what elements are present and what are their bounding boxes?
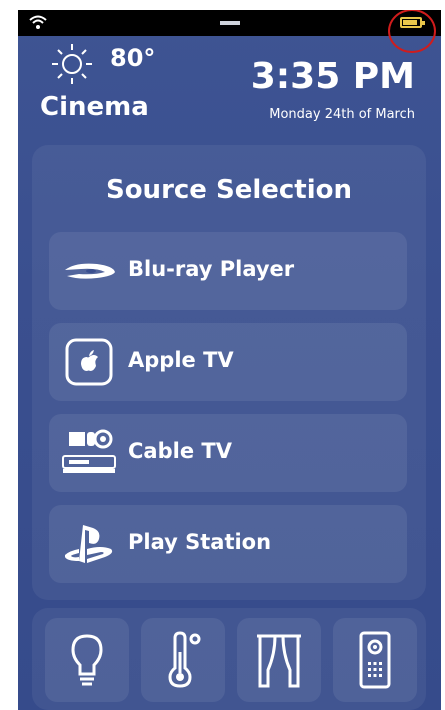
clock-time: 3:35 PM — [250, 56, 415, 97]
dock-button-lights[interactable] — [45, 618, 129, 702]
device-screen: 80° Cinema 3:35 PM Monday 24th of March … — [18, 10, 441, 710]
cable-box-icon — [62, 429, 116, 473]
source-button-bluray[interactable]: Blu-ray Player — [49, 232, 407, 310]
source-button-play-station[interactable]: Play Station — [49, 505, 407, 583]
thermometer-icon — [168, 631, 201, 688]
temperature: 80° — [110, 44, 156, 72]
status-bar — [18, 10, 441, 36]
playstation-icon — [65, 525, 113, 563]
apple-tv-icon — [65, 338, 113, 386]
source-label: Play Station — [128, 530, 272, 554]
dock-button-climate[interactable] — [141, 618, 225, 702]
source-label: Apple TV — [128, 348, 234, 372]
drag-handle[interactable] — [220, 21, 240, 25]
bottom-dock — [32, 608, 426, 710]
curtains-icon — [257, 634, 301, 688]
source-button-apple-tv[interactable]: Apple TV — [49, 323, 407, 401]
wifi-icon — [29, 15, 47, 29]
dock-button-curtains[interactable] — [237, 618, 321, 702]
lightbulb-icon — [71, 634, 103, 686]
room-name: Cinema — [40, 92, 149, 122]
source-label: Blu-ray Player — [128, 257, 295, 281]
source-label: Cable TV — [128, 439, 232, 463]
clock-date: Monday 24th of March — [269, 107, 415, 122]
bluray-disc-icon — [65, 263, 115, 279]
source-selection-panel: Source Selection Blu-ray Player Apple TV — [32, 145, 426, 600]
battery-highlight-ring — [388, 10, 436, 53]
panel-title: Source Selection — [105, 175, 353, 205]
source-button-cable-tv[interactable]: Cable TV — [49, 414, 407, 492]
intercom-icon — [359, 631, 391, 689]
dock-button-intercom[interactable] — [333, 618, 417, 702]
sun-icon — [52, 44, 92, 84]
